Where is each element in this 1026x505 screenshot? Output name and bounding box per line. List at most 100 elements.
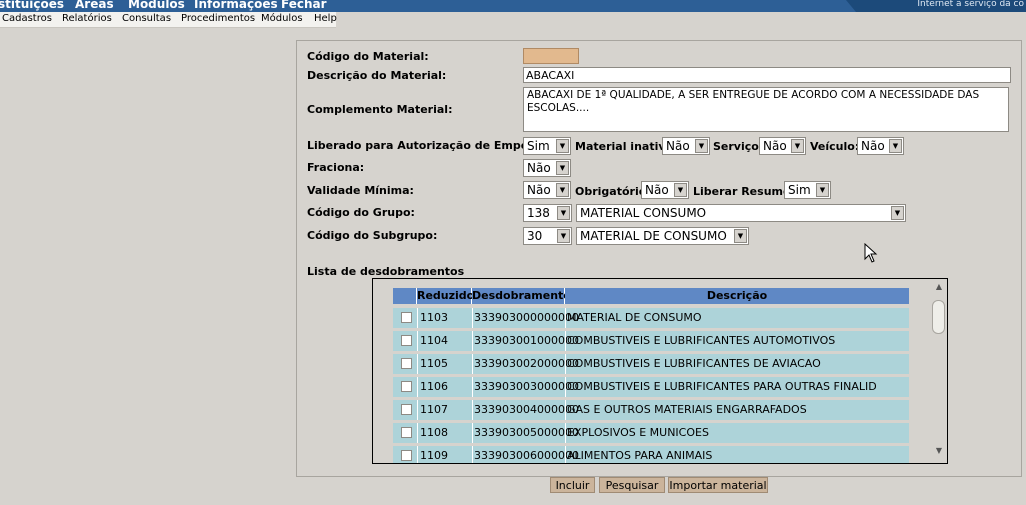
chevron-down-icon[interactable]: ▼ [556, 183, 569, 197]
chevron-down-icon[interactable]: ▼ [891, 206, 904, 220]
incluir-button[interactable]: Incluir [550, 477, 595, 493]
column-separator [565, 331, 566, 351]
header-descricao: Descrição [565, 288, 909, 304]
select-value: 138 [527, 206, 550, 220]
arrow-up-icon[interactable]: ▲ [932, 282, 946, 296]
row-checkbox[interactable] [401, 358, 412, 369]
column-separator [417, 377, 418, 397]
top-menu-fechar[interactable]: Fechar [281, 0, 327, 11]
column-separator [417, 354, 418, 374]
row-checkbox[interactable] [401, 312, 412, 323]
chevron-down-icon[interactable]: ▼ [557, 206, 570, 220]
table-row[interactable]: 1103 333903000000000 MATERIAL DE CONSUMO [393, 308, 909, 328]
column-separator [565, 446, 566, 463]
select-value: Não [861, 139, 885, 153]
chevron-down-icon[interactable]: ▼ [791, 139, 804, 153]
column-separator [472, 400, 473, 420]
cell-desdobramento: 333903001000000 [474, 334, 579, 347]
obrigatorio-select[interactable]: Não ▼ [641, 181, 689, 199]
top-menu-bar: stituições Áreas Módulos Informações Fec… [0, 0, 1026, 12]
complemento-material-textarea[interactable]: ABACAXI DE 1ª QUALIDADE, A SER ENTREGUE … [523, 87, 1009, 132]
cell-reduzido: 1108 [420, 426, 448, 439]
select-value: 30 [527, 229, 543, 243]
table-row[interactable]: 1107 333903004000000 GAS E OUTROS MATERIAI… [393, 400, 909, 420]
cell-desdobramento: 333903005000000 [474, 426, 579, 439]
table-row[interactable]: 1105 333903002000000 COMBUSTIVEIS E LUBRIF… [393, 354, 909, 374]
sub-menu-help[interactable]: Help [314, 13, 337, 24]
top-menu-areas[interactable]: Áreas [75, 0, 114, 11]
top-menu-informacoes[interactable]: Informações [194, 0, 278, 11]
codigo-subgrupo-select[interactable]: 30 ▼ [523, 227, 572, 245]
header-checkbox-column [393, 288, 417, 304]
cell-reduzido: 1107 [420, 403, 448, 416]
codigo-material-field[interactable] [523, 48, 579, 64]
chevron-down-icon[interactable]: ▼ [674, 183, 687, 197]
column-separator [472, 331, 473, 351]
select-value: Não [763, 139, 787, 153]
cell-descricao: ALIMENTOS PARA ANIMAIS [567, 449, 713, 462]
veiculo-select[interactable]: Não ▼ [857, 137, 904, 155]
scrollbar-thumb[interactable] [932, 300, 945, 334]
servico-label: Serviço: [713, 140, 764, 153]
brand-banner: Internet a serviço da co [856, 0, 1026, 12]
row-checkbox[interactable] [401, 335, 412, 346]
top-menu-instituicoes[interactable]: stituições [0, 0, 64, 11]
cell-reduzido: 1109 [420, 449, 448, 462]
select-value: Sim [527, 139, 550, 153]
brand-stripe [846, 0, 856, 12]
importar-material-button[interactable]: Importar material [668, 477, 768, 493]
select-value: Não [645, 183, 669, 197]
liberado-empenho-select[interactable]: Sim ▼ [523, 137, 571, 155]
chevron-down-icon[interactable]: ▼ [816, 183, 829, 197]
column-separator [565, 354, 566, 374]
cell-descricao: EXPLOSIVOS E MUNICOES [567, 426, 709, 439]
codigo-grupo-select[interactable]: 138 ▼ [523, 204, 572, 222]
cell-reduzido: 1103 [420, 311, 448, 324]
sub-menu-consultas[interactable]: Consultas [122, 13, 171, 24]
table-row[interactable]: 1106 333903003000000 COMBUSTIVEIS E LUBRIF… [393, 377, 909, 397]
material-inativo-select[interactable]: Não ▼ [662, 137, 710, 155]
cell-descricao: COMBUSTIVEIS E LUBRIFICANTES DE AVIACAO [567, 357, 821, 370]
grupo-nome-select[interactable]: MATERIAL CONSUMO ▼ [576, 204, 906, 222]
sub-menu-modulos[interactable]: Módulos [261, 13, 303, 24]
row-checkbox[interactable] [401, 427, 412, 438]
chevron-down-icon[interactable]: ▼ [556, 139, 569, 153]
column-separator [472, 423, 473, 443]
chevron-down-icon[interactable]: ▼ [556, 161, 569, 175]
chevron-down-icon[interactable]: ▼ [889, 139, 902, 153]
fraciona-select[interactable]: Não ▼ [523, 159, 571, 177]
row-checkbox[interactable] [401, 450, 412, 461]
servico-select[interactable]: Não ▼ [759, 137, 806, 155]
validade-minima-select[interactable]: Não ▼ [523, 181, 571, 199]
sub-menu-relatorios[interactable]: Relatórios [62, 13, 112, 24]
column-separator [417, 423, 418, 443]
row-checkbox[interactable] [401, 381, 412, 392]
top-menu-modulos[interactable]: Módulos [128, 0, 185, 11]
sub-menu-cadastros[interactable]: Cadastros [2, 13, 52, 24]
table-scrollbar[interactable]: ▲ ▼ [932, 282, 946, 460]
select-value: MATERIAL DE CONSUMO [580, 229, 727, 243]
chevron-down-icon[interactable]: ▼ [557, 229, 570, 243]
table-row[interactable]: 1108 333903005000000 EXPLOSIVOS E MUNICOES [393, 423, 909, 443]
cell-reduzido: 1104 [420, 334, 448, 347]
select-value: MATERIAL CONSUMO [580, 206, 707, 220]
veiculo-label: Veículo: [810, 140, 860, 153]
codigo-material-label: Código do Material: [307, 50, 429, 63]
column-separator [472, 308, 473, 328]
sub-menu-procedimentos[interactable]: Procedimentos [181, 13, 255, 24]
pesquisar-button[interactable]: Pesquisar [599, 477, 665, 493]
cell-desdobramento: 333903004000000 [474, 403, 579, 416]
chevron-down-icon[interactable]: ▼ [734, 229, 747, 243]
codigo-grupo-label: Código do Grupo: [307, 206, 415, 219]
select-value: Sim [788, 183, 811, 197]
arrow-down-icon[interactable]: ▼ [932, 446, 946, 460]
row-checkbox[interactable] [401, 404, 412, 415]
table-row[interactable]: 1109 333903006000000 ALIMENTOS PARA ANIMAI… [393, 446, 909, 463]
subgrupo-nome-select[interactable]: MATERIAL DE CONSUMO ▼ [576, 227, 749, 245]
descricao-material-field[interactable]: ABACAXI [523, 67, 1011, 83]
chevron-down-icon[interactable]: ▼ [695, 139, 708, 153]
liberar-resumo-select[interactable]: Sim ▼ [784, 181, 831, 199]
cell-desdobramento: 333903002000000 [474, 357, 579, 370]
table-row[interactable]: 1104 333903001000000 COMBUSTIVEIS E LUBRIF… [393, 331, 909, 351]
descricao-material-label: Descrição do Material: [307, 69, 447, 82]
